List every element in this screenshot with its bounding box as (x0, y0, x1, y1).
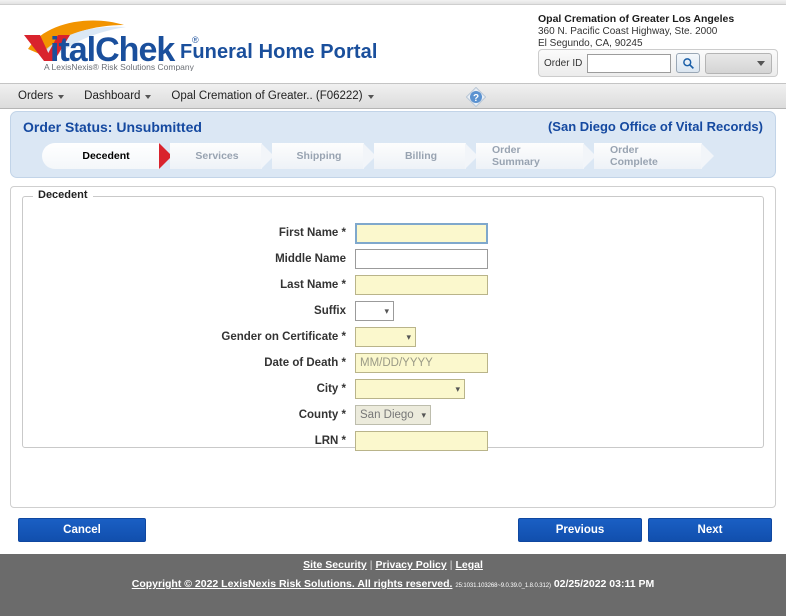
lrn-input[interactable] (355, 431, 488, 451)
order-lookup-bar: Order ID (538, 49, 778, 77)
chevron-down-icon (367, 95, 374, 99)
vital-records-office: (San Diego Office of Vital Records) (547, 119, 763, 134)
chevron-down-icon: ▾ (421, 409, 426, 420)
decedent-fieldset: Decedent First Name * Middle Name Last N… (22, 189, 764, 451)
nav-item-dashboard[interactable]: Dashboard (74, 84, 161, 108)
step-arrow-icon (701, 143, 714, 169)
field-row-date-of-death: Date of Death * (23, 349, 763, 377)
portal-title: Funeral Home Portal (180, 41, 378, 63)
first-name-input[interactable] (355, 222, 488, 244)
footer-timestamp: 02/25/2022 03:11 PM (553, 578, 655, 590)
chevron-down-icon: ▾ (384, 305, 389, 316)
chevron-down-icon: ▾ (455, 383, 460, 394)
cancel-button[interactable]: Cancel (18, 518, 146, 542)
field-row-city: City * ▾ (23, 375, 763, 403)
copyright-text: Copyright © 2022 LexisNexis Risk Solutio… (131, 578, 453, 590)
chevron-down-icon (145, 95, 152, 99)
organization-select[interactable] (705, 52, 772, 74)
search-button[interactable] (676, 53, 701, 73)
order-id-input[interactable] (587, 53, 672, 73)
footer-links: Site Security | Privacy Policy | Legal (0, 559, 786, 571)
main-navigation: Orders Dashboard Opal Cremation of Great… (0, 83, 786, 109)
step-services[interactable]: Services (170, 143, 274, 169)
organization-address-1: 360 N. Pacific Coast Highway, Ste. 2000 (538, 26, 718, 37)
chevron-down-icon: ▾ (406, 331, 411, 342)
field-row-county: County * San Diego ▾ (23, 401, 763, 429)
step-services-label: Services (195, 150, 239, 162)
organization-info: Opal Cremation of Greater Los Angeles 36… (538, 13, 778, 50)
field-row-lrn: LRN * (23, 427, 763, 455)
step-billing[interactable]: Billing (374, 143, 478, 169)
step-order-summary-label: Order Summary (492, 144, 540, 168)
chevron-down-icon (757, 60, 765, 66)
field-row-first-name: First Name * (23, 219, 763, 247)
field-row-last-name: Last Name * (23, 271, 763, 299)
county-select-value: San Diego (360, 409, 414, 421)
organization-name: Opal Cremation of Greater Los Angeles (538, 13, 735, 25)
county-label: County * (298, 409, 346, 421)
svg-text:A LexisNexis® Risk Solutions C: A LexisNexis® Risk Solutions Company (44, 62, 195, 71)
nav-item-orders[interactable]: Orders (8, 84, 74, 108)
field-row-gender: Gender on Certificate * ▾ (23, 323, 763, 351)
svg-text:?: ? (473, 93, 479, 104)
step-order-complete[interactable]: Order Complete (594, 143, 714, 169)
site-security-link[interactable]: Site Security (303, 559, 367, 571)
step-order-summary[interactable]: Order Summary (476, 143, 596, 169)
lrn-label: LRN * (314, 435, 346, 447)
suffix-label: Suffix (314, 305, 346, 317)
field-row-middle-name: Middle Name (23, 245, 763, 273)
action-button-bar: Cancel Previous Next (10, 518, 776, 546)
date-of-death-label: Date of Death * (264, 357, 346, 369)
search-icon (682, 57, 694, 69)
step-billing-label: Billing (404, 150, 438, 162)
step-shipping-label: Shipping (296, 150, 342, 162)
order-status-panel: Order Status: Unsubmitted (San Diego Off… (10, 111, 776, 178)
page-footer: Site Security | Privacy Policy | Legal Copyr… (0, 554, 786, 616)
nav-item-organization[interactable]: Opal Cremation of Greater.. (F06222) (161, 84, 383, 108)
footer-separator: | (449, 559, 453, 571)
city-select[interactable]: ▾ (355, 379, 465, 399)
nav-item-dashboard-label: Dashboard (84, 90, 141, 102)
step-shipping[interactable]: Shipping (272, 143, 376, 169)
footer-separator: | (369, 559, 373, 571)
progress-steps: Decedent Services Shipping Billing Order… (42, 143, 714, 169)
order-id-label: Order ID (544, 57, 583, 69)
page-header: italChek ® A LexisNexis® Risk Solutions … (0, 5, 786, 83)
fieldset-legend: Decedent (33, 189, 93, 201)
last-name-label: Last Name * (280, 279, 346, 291)
suffix-select[interactable]: ▾ (355, 301, 394, 321)
field-row-suffix: Suffix ▾ (23, 297, 763, 325)
step-decedent[interactable]: Decedent (42, 143, 172, 169)
order-status-title: Order Status: Unsubmitted (23, 119, 202, 135)
chevron-down-icon (58, 95, 65, 99)
nav-item-orders-label: Orders (18, 90, 54, 102)
privacy-policy-link[interactable]: Privacy Policy (375, 559, 446, 571)
city-label: City * (316, 383, 346, 395)
app-page: italChek ® A LexisNexis® Risk Solutions … (0, 0, 786, 616)
previous-button[interactable]: Previous (518, 518, 642, 542)
step-order-complete-label: Order Complete (610, 144, 658, 168)
date-of-death-input[interactable] (355, 353, 488, 373)
middle-name-input[interactable] (355, 249, 488, 269)
version-string: 25:1031.103268~9.0.39.0_1.8.0.312) (455, 583, 551, 589)
next-button[interactable]: Next (648, 518, 772, 542)
middle-name-label: Middle Name (275, 253, 346, 265)
footer-copyright-row: Copyright © 2022 LexisNexis Risk Solutio… (0, 578, 786, 590)
gender-label: Gender on Certificate * (221, 331, 346, 343)
decedent-form-card: Decedent First Name * Middle Name Last N… (10, 186, 776, 508)
legal-link[interactable]: Legal (455, 559, 482, 571)
county-select: San Diego ▾ (355, 405, 431, 425)
step-decedent-label: Decedent (82, 150, 130, 162)
last-name-input[interactable] (355, 275, 488, 295)
help-button[interactable]: ? (465, 86, 487, 108)
help-icon: ? (465, 86, 487, 108)
nav-item-organization-label: Opal Cremation of Greater.. (F06222) (171, 90, 363, 102)
gender-select[interactable]: ▾ (355, 327, 416, 347)
first-name-label: First Name * (278, 227, 346, 239)
